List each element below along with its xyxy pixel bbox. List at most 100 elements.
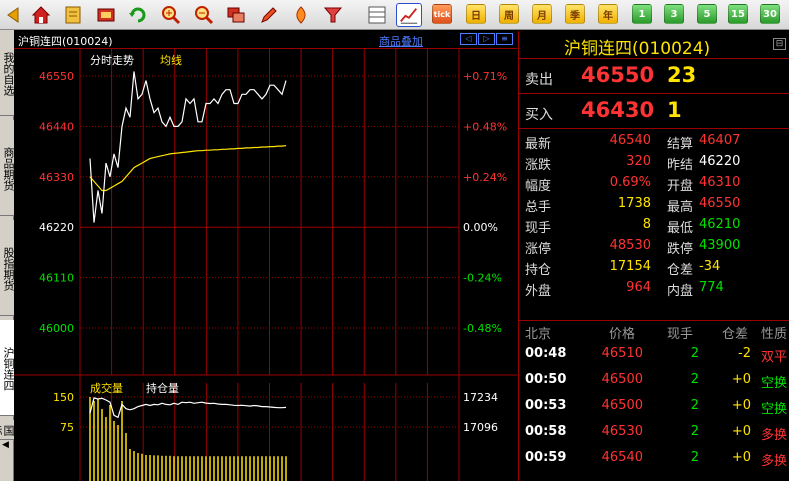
- buy-price: 46430: [581, 98, 655, 122]
- panel-close-icon[interactable]: ⊟: [773, 38, 786, 50]
- zoom-out-icon[interactable]: [193, 4, 215, 26]
- quote-value: 48530: [609, 238, 651, 253]
- tick-nature: 多换: [761, 454, 788, 469]
- pen-icon[interactable]: [258, 4, 280, 26]
- quote-value: 1738: [617, 196, 651, 211]
- quote-value: 774: [699, 280, 724, 295]
- back-arrow-icon[interactable]: [2, 4, 24, 26]
- price-tick-label: 46330: [39, 171, 74, 184]
- quote-label: 昨结: [667, 158, 694, 173]
- tick-row: 00:53 46500 2 +0 空换: [519, 393, 789, 419]
- quote-value: 43900: [699, 238, 741, 253]
- period-button-4[interactable]: 季: [565, 4, 585, 24]
- price-tick-label: 46110: [39, 272, 74, 285]
- tick-oi-change: +0: [731, 398, 751, 413]
- quote-label: 内盘: [667, 284, 694, 299]
- period-button-10[interactable]: 30: [760, 4, 780, 24]
- intraday-chart[interactable]: 46550 +0.71% 46440 +0.48% 46330 +0.24% 46220 0.…: [14, 49, 517, 481]
- pct-tick-label: -0.48%: [463, 322, 502, 335]
- sell-volume: 23: [667, 63, 697, 87]
- nav-menu-button[interactable]: ≡: [496, 33, 513, 45]
- quote-label: 仓差: [667, 263, 694, 278]
- nav-prev-button[interactable]: ◁: [460, 33, 477, 45]
- side-tab-4[interactable]: 国际指数: [0, 420, 14, 440]
- period-button-8[interactable]: 5: [697, 4, 717, 24]
- tick-table-header: 北京 价格 现手 仓差 性质: [519, 320, 789, 342]
- quote-value: 46210: [699, 217, 741, 232]
- quote-label: 涨跌: [525, 158, 552, 173]
- overlay-link[interactable]: 商品叠加: [379, 33, 423, 49]
- side-tabs: ◀ 我的自选商品期货股指期货沪铜连四国际指数: [0, 30, 14, 481]
- quote-value: 0.69%: [609, 175, 651, 190]
- side-tab-0[interactable]: 我的自选: [0, 30, 14, 116]
- tick-price: 46540: [601, 450, 643, 465]
- period-button-6[interactable]: 1: [632, 4, 652, 24]
- refresh-icon[interactable]: [127, 4, 149, 26]
- quote-label: 最高: [667, 200, 694, 215]
- quote-label: 现手: [525, 221, 552, 236]
- table-icon[interactable]: [366, 4, 388, 26]
- tick-volume: 2: [690, 450, 699, 465]
- tick-row: 00:58 46530 2 +0 多换: [519, 419, 789, 445]
- pct-tick-label: +0.24%: [463, 171, 507, 184]
- side-tab-1[interactable]: 商品期货: [0, 120, 14, 216]
- period-button-3[interactable]: 月: [532, 4, 552, 24]
- quote-value: 46407: [699, 133, 741, 148]
- legend-volume: 成交量: [90, 381, 123, 395]
- quote-label: 总手: [525, 200, 552, 215]
- pct-tick-label: +0.48%: [463, 120, 507, 133]
- home-icon[interactable]: [30, 4, 52, 26]
- pct-tick-label: 0.00%: [463, 221, 498, 234]
- period-button-9[interactable]: 15: [728, 4, 748, 24]
- tick-price: 46510: [601, 346, 643, 361]
- tick-oi-change: -2: [738, 346, 751, 361]
- oi-tick-label: 17234: [463, 391, 498, 404]
- tick-time: 00:53: [525, 398, 567, 413]
- pct-tick-label: +0.71%: [463, 70, 507, 83]
- tick-col-price: 价格: [609, 327, 636, 342]
- side-tab-2[interactable]: 股指期货: [0, 220, 14, 316]
- tick-time: 00:59: [525, 450, 567, 465]
- quote-row: 幅度 0.69% 开盘 46310: [519, 173, 789, 194]
- film-icon[interactable]: [95, 4, 117, 26]
- quote-row: 现手 8 最低 46210: [519, 215, 789, 236]
- buy-order-row: 买入 46430 1: [519, 95, 789, 129]
- trend-chart-icon[interactable]: [396, 3, 422, 27]
- side-tab-3[interactable]: 沪铜连四: [0, 320, 14, 416]
- tick-time: 00:58: [525, 424, 567, 439]
- filter-icon[interactable]: [322, 4, 344, 26]
- zoom-in-icon[interactable]: [160, 4, 182, 26]
- quote-label: 开盘: [667, 179, 694, 194]
- tick-row: 00:48 46510 2 -2 双平: [519, 341, 789, 367]
- nav-next-button[interactable]: ▷: [478, 33, 495, 45]
- quote-label: 最低: [667, 221, 694, 236]
- tick-row: 00:50 46500 2 +0 空换: [519, 367, 789, 393]
- quote-value: 46310: [699, 175, 741, 190]
- sell-price: 46550: [581, 63, 655, 87]
- tick-col-vol: 现手: [667, 327, 694, 342]
- tick-oi-change: +0: [731, 424, 751, 439]
- tick-time: 00:48: [525, 346, 567, 361]
- quote-row: 总手 1738 最高 46550: [519, 194, 789, 215]
- period-button-0[interactable]: tick: [432, 4, 452, 24]
- quote-value: -34: [699, 259, 721, 274]
- period-button-1[interactable]: 日: [466, 4, 486, 24]
- quote-label: 持仓: [525, 263, 552, 278]
- toolbar: tick 日周月季年 1 3 5 15 30: [0, 0, 789, 30]
- period-button-7[interactable]: 3: [664, 4, 684, 24]
- quote-value: 46550: [699, 196, 741, 211]
- tick-price: 46500: [601, 372, 643, 387]
- flame-icon[interactable]: [290, 4, 312, 26]
- volume-tick-label: 75: [60, 421, 74, 434]
- windows-icon[interactable]: [225, 4, 247, 26]
- buy-label: 买入: [525, 107, 553, 123]
- quote-row: 持仓 17154 仓差 -34: [519, 257, 789, 278]
- tick-volume: 2: [690, 346, 699, 361]
- tick-col-nature: 性质: [761, 327, 788, 342]
- scroll-left-icon[interactable]: ◀: [2, 440, 12, 450]
- quote-label: 最新: [525, 137, 552, 152]
- period-button-2[interactable]: 周: [499, 4, 519, 24]
- period-button-5[interactable]: 年: [598, 4, 618, 24]
- notebook-icon[interactable]: [62, 4, 84, 26]
- quote-panel: 沪铜连四(010024) ⊟ 卖出 46550 23 买入 46430 1 最新…: [518, 31, 789, 481]
